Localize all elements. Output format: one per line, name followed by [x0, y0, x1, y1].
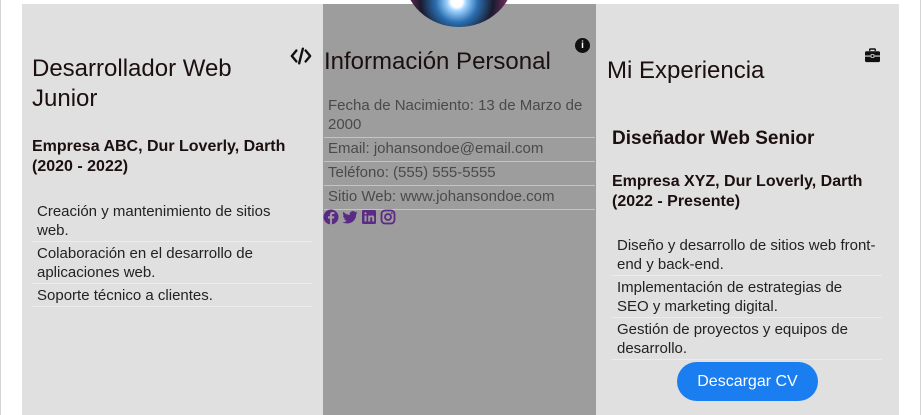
list-item: Gestión de proyectos y equipos de desarr…: [612, 318, 882, 360]
list-item: Soporte técnico a clientes.: [32, 284, 312, 307]
senior-duties-list: Diseño y desarrollo de sitios web front-…: [612, 234, 882, 360]
job-title-senior: Diseñador Web Senior: [612, 128, 815, 149]
company-junior: Empresa ABC, Dur Loverly, Darth (2020 - …: [32, 138, 286, 175]
info-icon[interactable]: i: [575, 38, 590, 53]
info-phone: Teléfono: (555) 555-5555: [324, 162, 595, 186]
junior-duties-list: Creación y mantenimiento de sitios web. …: [32, 200, 312, 307]
social-links: [323, 209, 396, 225]
code-icon: [290, 47, 312, 65]
linkedin-icon[interactable]: [361, 209, 377, 225]
personal-info-title: Información Personal: [324, 48, 551, 75]
info-website: Sitio Web: www.johansondoe.com: [324, 186, 595, 210]
briefcase-icon: [865, 48, 880, 63]
personal-info-list: Fecha de Nacimiento: 13 de Marzo de 2000…: [324, 95, 595, 210]
job-title-junior: Desarrollador Web Junior: [32, 55, 232, 112]
list-item: Diseño y desarrollo de sitios web front-…: [612, 234, 882, 276]
experience-column-left: Desarrollador Web Junior Empresa ABC, Du…: [22, 4, 323, 415]
list-item: Creación y mantenimiento de sitios web.: [32, 200, 312, 242]
personal-info-column: Información Personal i Fecha de Nacimien…: [323, 4, 596, 415]
instagram-icon[interactable]: [380, 209, 396, 225]
experience-title: Mi Experiencia: [607, 57, 765, 84]
experience-column-right: Mi Experiencia Diseñador Web Senior Empr…: [596, 4, 899, 415]
twitter-icon[interactable]: [342, 209, 358, 225]
facebook-icon[interactable]: [323, 209, 339, 225]
info-email: Email: johansondoe@email.com: [324, 138, 595, 162]
list-item: Implementación de estrategias de SEO y m…: [612, 276, 882, 318]
list-item: Colaboración en el desarrollo de aplicac…: [32, 242, 312, 284]
info-birthdate: Fecha de Nacimiento: 13 de Marzo de 2000: [324, 95, 595, 138]
download-cv-button[interactable]: Descargar CV: [677, 362, 818, 401]
company-senior: Empresa XYZ, Dur Loverly, Darth (2022 - …: [612, 173, 863, 210]
